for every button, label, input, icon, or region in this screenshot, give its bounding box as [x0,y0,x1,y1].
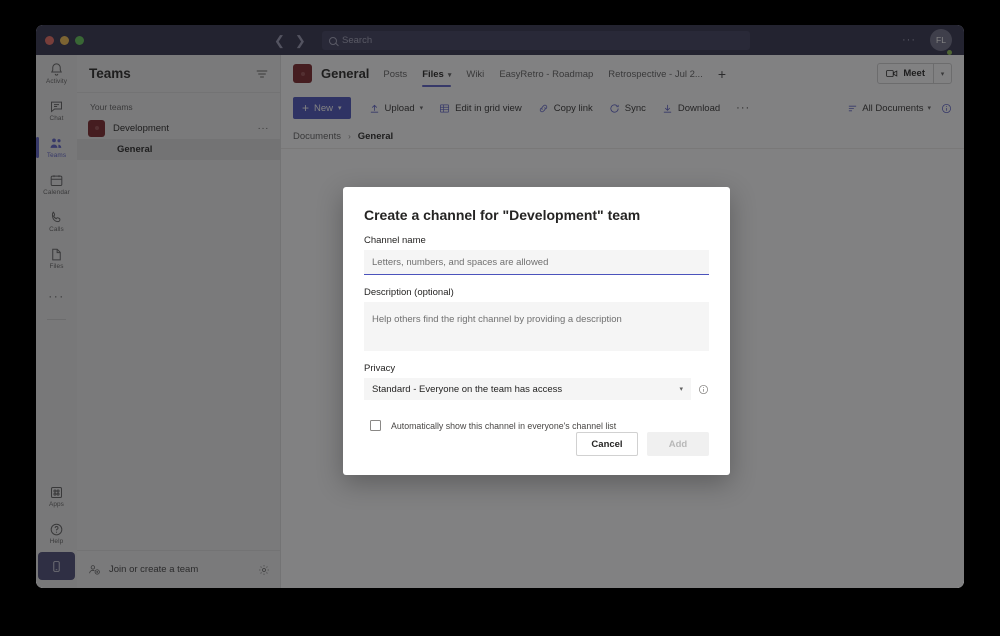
channel-name-placeholder: Letters, numbers, and spaces are allowed [372,256,549,268]
cancel-button[interactable]: Cancel [576,432,638,456]
description-textarea[interactable]: Help others find the right channel by pr… [364,302,709,351]
channel-name-label: Channel name [364,235,426,246]
privacy-label: Privacy [364,363,396,374]
auto-show-checkbox-row[interactable]: Automatically show this channel in every… [364,420,709,431]
privacy-row: Standard - Everyone on the team has acce… [364,378,709,400]
privacy-selected-value: Standard - Everyone on the team has acce… [372,383,563,395]
dialog-buttons: Cancel Add [576,432,709,456]
auto-show-checkbox-label: Automatically show this channel in every… [391,420,617,431]
description-placeholder: Help others find the right channel by pr… [372,314,622,325]
teams-app-window: ❮ ❯ Search ··· FL Activity Chat [36,25,964,588]
dialog-title: Create a channel for "Development" team [364,207,641,223]
info-circle-icon[interactable] [698,384,709,395]
description-label: Description (optional) [364,287,454,298]
chevron-down-icon: ▾ [679,386,683,393]
channel-name-input[interactable]: Letters, numbers, and spaces are allowed [364,250,709,275]
auto-show-checkbox[interactable] [370,420,381,431]
privacy-select[interactable]: Standard - Everyone on the team has acce… [364,378,691,400]
add-button: Add [647,432,709,456]
create-channel-dialog: Create a channel for "Development" team … [343,187,730,475]
